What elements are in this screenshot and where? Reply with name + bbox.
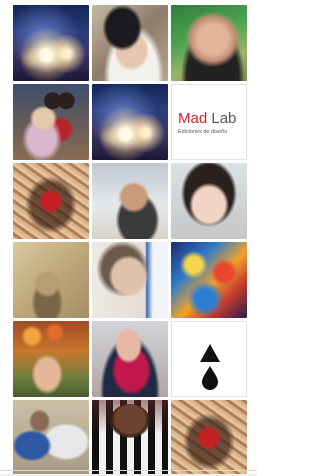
gallery-tile-vintage-pinup[interactable] [13, 242, 89, 318]
madlab-logo-word-lab: Lab [211, 109, 237, 127]
triangle-over-drop-icon [200, 344, 220, 390]
gallery-tile-fireworks[interactable] [13, 5, 89, 81]
gallery-tile-woman-scarf[interactable] [92, 321, 168, 397]
gallery-tile-two-men[interactable] [13, 400, 89, 476]
avatar-grid: Mad Lab Ediciones de diseño [13, 5, 247, 476]
madlab-logo-title: Mad Lab [178, 110, 246, 127]
gallery-tile-shield-art-2[interactable] [171, 400, 247, 476]
gallery-tile-madlab-logo[interactable]: Mad Lab Ediciones de diseño [171, 84, 247, 160]
gallery-tile-woman-with-mickey[interactable] [13, 84, 89, 160]
madlab-logo-subtitle: Ediciones de diseño [178, 128, 228, 135]
gallery-tile-drop-logo[interactable] [171, 321, 247, 397]
gallery-tile-lanterns-woman[interactable] [13, 321, 89, 397]
gallery-tile-woman-portrait[interactable] [171, 163, 247, 239]
gallery-tile-footballer[interactable] [92, 400, 168, 476]
gallery-tile-shield-art[interactable] [13, 163, 89, 239]
gallery-tile-painting[interactable] [171, 242, 247, 318]
bottom-divider [0, 470, 257, 471]
gallery-tile-fireworks-2[interactable] [92, 84, 168, 160]
gallery-tile-man-sunglasses[interactable] [92, 163, 168, 239]
madlab-logo-word-mad: Mad [178, 109, 208, 127]
gallery-tile-man[interactable] [171, 5, 247, 81]
gallery-tile-woman[interactable] [92, 5, 168, 81]
gallery-tile-woman-sunglasses[interactable] [92, 242, 168, 318]
